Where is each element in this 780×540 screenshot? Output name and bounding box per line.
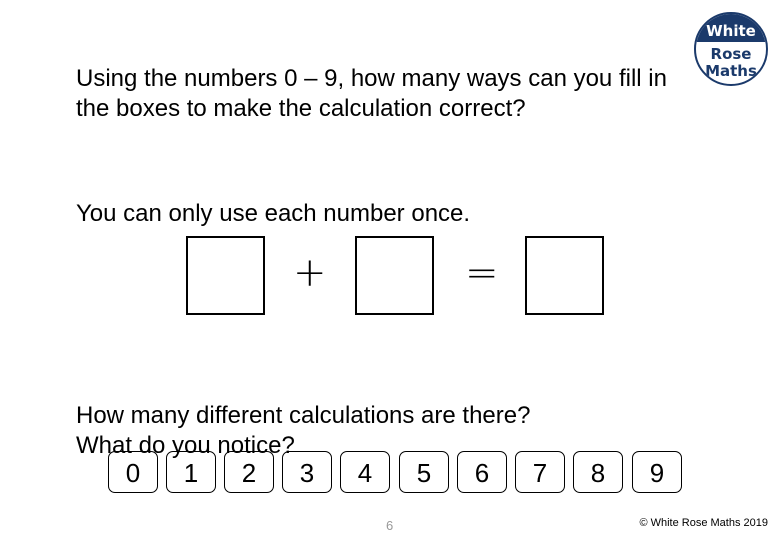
question-rule: You can only use each number once. (76, 200, 471, 227)
number-tile[interactable]: 7 (515, 451, 565, 493)
number-tile[interactable]: 1 (166, 451, 216, 493)
logo-line-2: Rose (710, 45, 752, 63)
number-tile[interactable]: 8 (573, 451, 623, 493)
number-tile[interactable]: 4 (340, 451, 390, 493)
answer-box-sum[interactable] (525, 236, 604, 315)
logo-line-1: White (706, 22, 756, 40)
equals-sign: = (465, 250, 499, 296)
number-tile[interactable]: 5 (399, 451, 449, 493)
number-tile[interactable]: 9 (632, 451, 682, 493)
answer-box-addend-2[interactable] (355, 236, 434, 315)
logo-line-3: Maths (705, 62, 757, 80)
copyright-notice: © White Rose Maths 2019 (639, 517, 768, 529)
number-tile[interactable]: 2 (224, 451, 274, 493)
number-tile[interactable]: 3 (282, 451, 332, 493)
answer-box-addend-1[interactable] (186, 236, 265, 315)
white-rose-maths-logo: White Rose Maths (694, 12, 768, 86)
followup-line-1: How many different calculations are ther… (76, 402, 531, 429)
question-intro: Using the numbers 0 – 9, how many ways c… (76, 65, 667, 122)
number-tile[interactable]: 0 (108, 451, 158, 493)
page-number: 6 (386, 518, 394, 533)
number-tile[interactable]: 6 (457, 451, 507, 493)
plus-sign: + (293, 250, 327, 296)
